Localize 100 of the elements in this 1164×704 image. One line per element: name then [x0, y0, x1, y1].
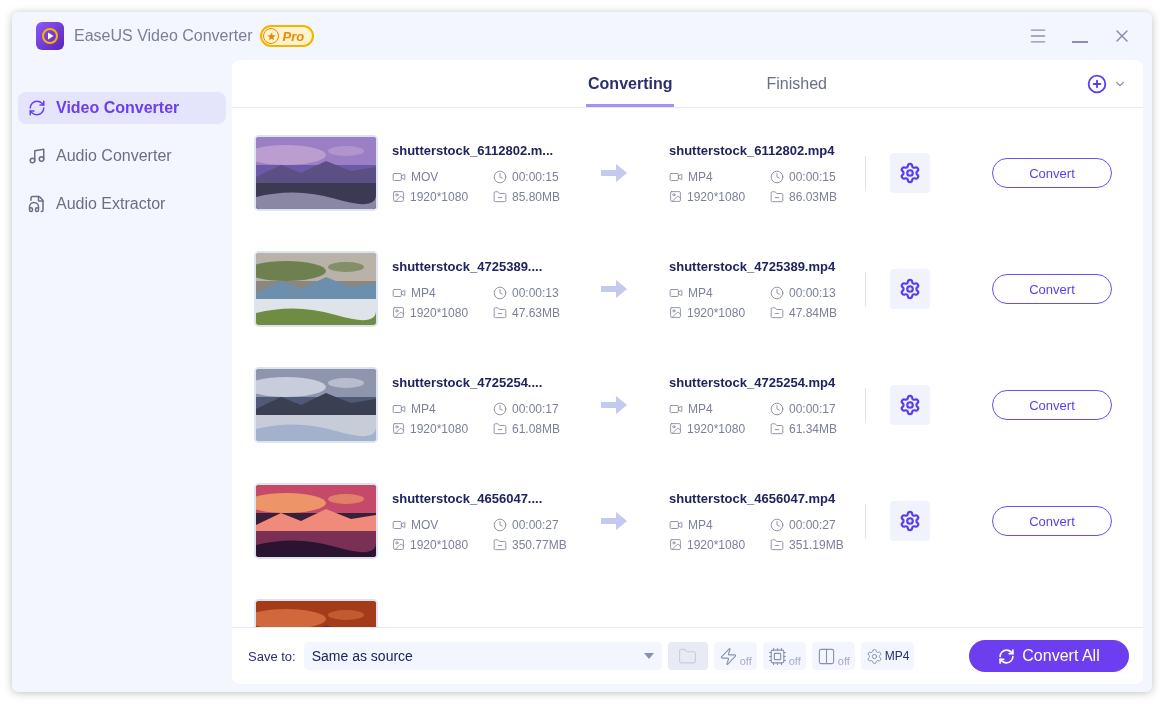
folder-icon — [770, 305, 784, 320]
duration-label: 00:00:15 — [770, 169, 860, 184]
resolution-icon — [669, 422, 682, 435]
format-label: MOV — [392, 517, 493, 532]
minimize-icon — [1072, 41, 1088, 43]
duration-label: 00:00:13 — [493, 285, 583, 300]
folder-icon — [493, 189, 507, 204]
window-title: EaseUS Video Converter — [74, 27, 253, 45]
file-size-label: 350.77MB — [493, 537, 583, 552]
resolution-label: 1920*1080 — [392, 305, 493, 320]
file-name: shutterstock_4656047.... — [392, 490, 544, 506]
file-size-label: 351.19MB — [770, 537, 860, 552]
duration-label: 00:00:15 — [493, 169, 583, 184]
convert-icon — [28, 99, 46, 117]
duration-label: 00:00:27 — [493, 517, 583, 532]
resolution-icon — [392, 538, 405, 551]
folder-icon — [678, 646, 698, 666]
file-size-label: 61.08MB — [493, 421, 583, 436]
file-name: shutterstock_4725254.mp4 — [669, 374, 837, 390]
format-button[interactable]: MP4 — [860, 642, 915, 670]
clock-icon — [770, 169, 784, 184]
tab[interactable]: Finished — [764, 60, 829, 107]
resolution-label: 1920*1080 — [669, 537, 770, 552]
format-label: MP4 — [392, 285, 493, 300]
pro-badge: Pro — [260, 25, 315, 47]
duration-label: 00:00:17 — [493, 401, 583, 416]
file-size-label: 47.63MB — [493, 305, 583, 320]
clock-icon — [770, 285, 784, 300]
settings-button[interactable] — [890, 269, 930, 309]
format-label: MP4 — [669, 285, 770, 300]
arrow-icon — [601, 512, 627, 530]
save-location-dropdown[interactable]: Same as source — [303, 642, 662, 670]
format-label: MOV — [392, 169, 493, 184]
lightning-icon — [718, 646, 738, 666]
settings-button[interactable] — [890, 153, 930, 193]
convert-all-button[interactable]: Convert All — [969, 640, 1129, 672]
resolution-icon — [392, 422, 405, 435]
convert-button[interactable]: Convert — [992, 506, 1112, 536]
resolution-label: 1920*1080 — [669, 189, 770, 204]
clock-icon — [493, 517, 507, 532]
gear-icon — [899, 162, 921, 184]
folder-icon — [770, 537, 784, 552]
add-button[interactable] — [1087, 74, 1107, 94]
settings-button[interactable] — [890, 501, 930, 541]
plus-circle-icon — [1087, 74, 1107, 94]
resolution-label: 1920*1080 — [392, 421, 493, 436]
resolution-label: 1920*1080 — [669, 421, 770, 436]
convert-button[interactable]: Convert — [992, 390, 1112, 420]
sidebar-item[interactable]: Audio Extractor — [18, 188, 226, 220]
convert-button[interactable]: Convert — [992, 274, 1112, 304]
resolution-icon — [392, 190, 405, 203]
resolution-label: 1920*1080 — [392, 537, 493, 552]
file-size-label: 85.80MB — [493, 189, 583, 204]
clock-icon — [493, 285, 507, 300]
format-label: MP4 — [392, 401, 493, 416]
arrow-icon — [601, 164, 627, 182]
resolution-icon — [392, 306, 405, 319]
arrow-icon — [601, 396, 627, 414]
gear-icon — [865, 647, 883, 665]
resolution-icon — [669, 190, 682, 203]
duration-label: 00:00:13 — [770, 285, 860, 300]
audio-file-icon — [28, 195, 46, 213]
folder-icon — [770, 189, 784, 204]
file-size-label: 47.84MB — [770, 305, 860, 320]
format-label: MP4 — [669, 169, 770, 184]
convert-button[interactable]: Convert — [992, 158, 1112, 188]
sidebar-item[interactable]: Audio Converter — [18, 140, 226, 172]
format-label: MP4 — [669, 517, 770, 532]
resolution-icon — [669, 538, 682, 551]
split-icon — [816, 646, 836, 666]
chip-icon — [767, 646, 787, 666]
settings-button[interactable] — [890, 385, 930, 425]
clock-icon — [493, 169, 507, 184]
save-to-label: Save to: — [248, 648, 296, 664]
folder-icon — [770, 421, 784, 436]
file-size-label: 61.34MB — [770, 421, 860, 436]
resolution-label: 1920*1080 — [392, 189, 493, 204]
clock-icon — [770, 517, 784, 532]
resolution-icon — [669, 306, 682, 319]
file-name: shutterstock_6112802.mp4 — [669, 142, 836, 158]
gear-icon — [899, 510, 921, 532]
folder-icon — [493, 421, 507, 436]
file-size-label: 86.03MB — [770, 189, 860, 204]
file-name: shutterstock_4725254.... — [392, 374, 544, 390]
resolution-label: 1920*1080 — [669, 305, 770, 320]
duration-label: 00:00:27 — [770, 517, 860, 532]
clock-icon — [493, 401, 507, 416]
music-icon — [28, 147, 46, 165]
caret-icon — [643, 653, 654, 659]
sidebar-item[interactable]: Video Converter — [18, 92, 226, 124]
convert-icon — [998, 647, 1016, 665]
folder-icon — [493, 305, 507, 320]
file-name: shutterstock_4725389.mp4 — [669, 258, 837, 274]
duration-label: 00:00:17 — [770, 401, 860, 416]
logo-icon — [36, 22, 64, 50]
file-name: shutterstock_6112802.m... — [392, 142, 555, 158]
file-name: shutterstock_4725389.... — [392, 258, 544, 274]
folder-icon — [493, 537, 507, 552]
gear-icon — [899, 394, 921, 416]
tab[interactable]: Converting — [586, 60, 675, 107]
